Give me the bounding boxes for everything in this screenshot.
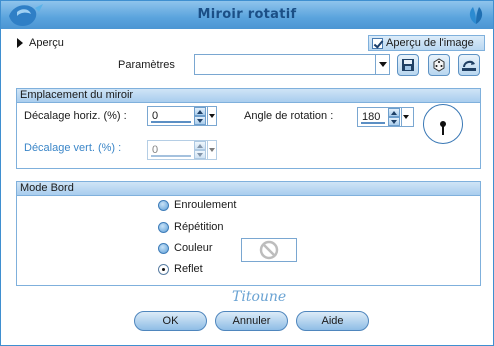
save-preset-button[interactable]	[397, 54, 419, 76]
image-preview-checkbox[interactable]: Aperçu de l'image	[368, 35, 485, 51]
dial-needle-icon	[440, 121, 446, 135]
edge-mode-header: Mode Bord	[17, 182, 480, 196]
dropdown-arrow-icon[interactable]	[207, 141, 216, 159]
spin-down-button[interactable]	[194, 150, 206, 159]
horizontal-offset-label: Décalage horiz. (%) :	[24, 110, 127, 122]
preview-label: Aperçu	[29, 37, 64, 49]
mirror-position-group: Emplacement du miroir	[16, 88, 481, 169]
dice-icon	[433, 58, 445, 72]
author-signature: Titoune	[232, 289, 287, 305]
radio-color[interactable]: Couleur	[158, 242, 213, 254]
presets-label: Paramètres	[118, 59, 175, 71]
radio-button-icon	[158, 199, 169, 211]
dropdown-arrow-icon[interactable]	[401, 108, 410, 126]
dropdown-arrow-icon[interactable]	[207, 107, 216, 125]
spin-up-button[interactable]	[194, 141, 206, 150]
presets-dropdown[interactable]	[194, 54, 390, 75]
radio-wrap-label: Enroulement	[174, 199, 237, 211]
window-title: Miroir rotatif	[197, 7, 297, 22]
mirror-position-header: Emplacement du miroir	[17, 89, 480, 103]
spin-up-button[interactable]	[194, 107, 206, 116]
radio-selected-icon	[158, 263, 169, 275]
vertical-offset-spinner[interactable]: 0	[147, 140, 217, 160]
radio-color-label: Couleur	[174, 242, 213, 254]
value-underline	[151, 155, 191, 157]
radio-repeat[interactable]: Répétition	[158, 221, 224, 233]
rotation-dial[interactable]	[423, 104, 463, 144]
dialog-window: Miroir rotatif Aperçu Aperçu de l'image …	[0, 0, 494, 346]
reset-button[interactable]	[458, 54, 480, 76]
radio-button-icon	[158, 221, 169, 233]
spin-buttons[interactable]	[194, 107, 206, 125]
value-underline	[361, 122, 385, 124]
dropdown-arrow-icon	[375, 55, 389, 74]
vertical-offset-label: Décalage vert. (%) :	[24, 142, 122, 154]
reset-icon	[462, 60, 476, 71]
help-button[interactable]: Aide	[296, 311, 369, 331]
checkbox-icon	[372, 37, 383, 49]
radio-button-icon	[158, 242, 169, 254]
spin-buttons[interactable]	[194, 141, 206, 159]
spin-down-button[interactable]	[194, 116, 206, 125]
edge-mode-group: Mode Bord	[16, 181, 481, 286]
radio-reflect-label: Reflet	[174, 263, 203, 275]
rotation-angle-spinner[interactable]: 180	[357, 107, 414, 127]
spin-buttons[interactable]	[388, 108, 400, 126]
leaf-icon	[469, 7, 483, 24]
random-button[interactable]	[428, 54, 450, 76]
rotation-angle-label: Angle de rotation :	[244, 110, 334, 122]
radio-repeat-label: Répétition	[174, 221, 224, 233]
color-swatch[interactable]	[241, 238, 297, 262]
image-preview-label: Aperçu de l'image	[386, 37, 474, 49]
title-bar: Miroir rotatif	[1, 1, 493, 29]
expand-triangle-icon	[17, 38, 23, 48]
save-icon	[402, 59, 414, 71]
cancel-button[interactable]: Annuler	[215, 311, 288, 331]
ok-button[interactable]: OK	[134, 311, 207, 331]
preview-toggle[interactable]: Aperçu	[17, 37, 64, 49]
horizontal-offset-spinner[interactable]: 0	[147, 106, 217, 126]
radio-reflect[interactable]: Reflet	[158, 263, 203, 275]
spin-up-button[interactable]	[388, 108, 400, 117]
no-color-icon	[259, 240, 279, 260]
spin-down-button[interactable]	[388, 117, 400, 126]
value-underline	[151, 121, 191, 123]
radio-wrap[interactable]: Enroulement	[158, 199, 236, 211]
